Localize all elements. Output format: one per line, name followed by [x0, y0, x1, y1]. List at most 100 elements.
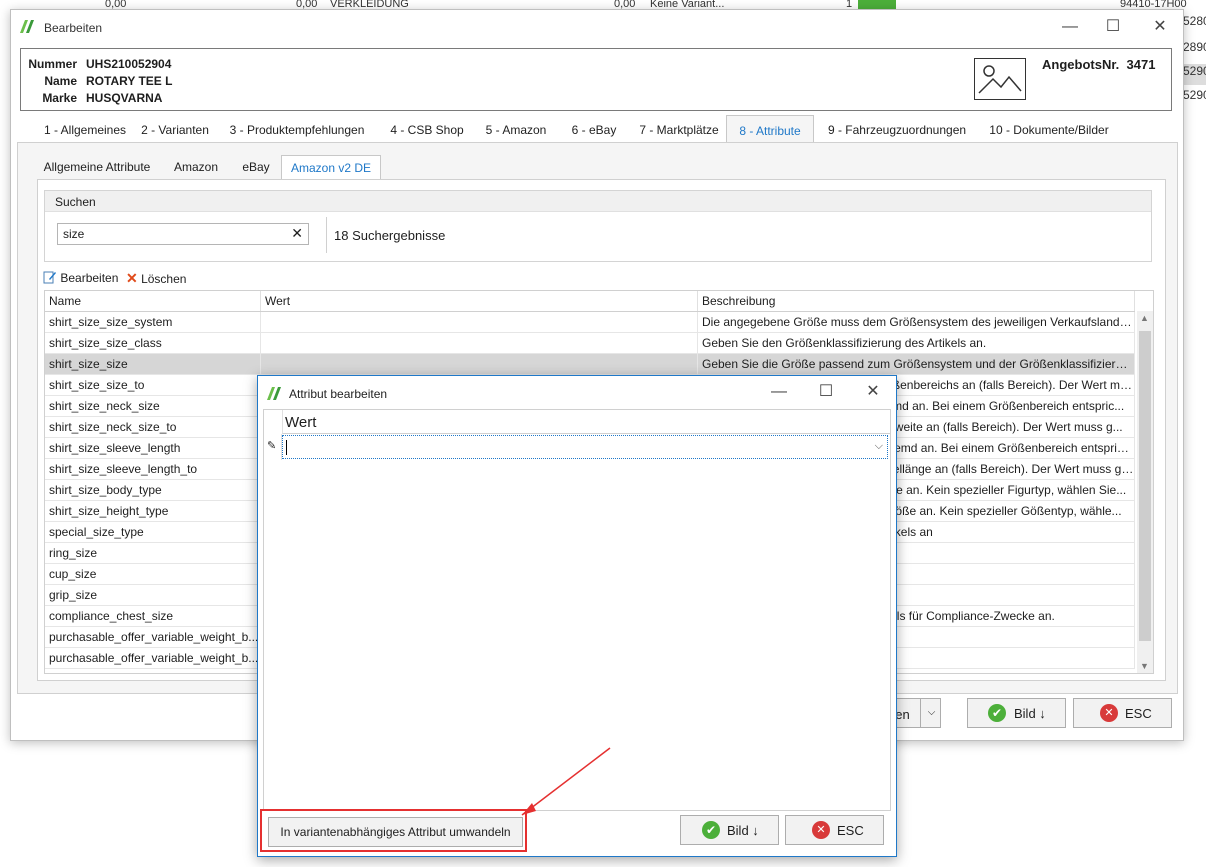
pencil-icon: ✎ — [267, 440, 277, 452]
delete-icon: ✕ — [126, 270, 138, 286]
bg-cell: 0,00 — [614, 0, 636, 9]
grid-scrollbar[interactable]: ▲ ▼ — [1137, 311, 1153, 673]
attribute-name-cell: special_size_type — [45, 522, 261, 542]
cancel-icon: ✕ — [812, 821, 830, 839]
tab-amazon[interactable]: 5 - Amazon — [480, 120, 552, 142]
dialog-esc-button[interactable]: ✕ ESC — [785, 815, 884, 845]
bg-cell: 2890 — [1183, 40, 1206, 54]
title-bar[interactable]: Bearbeiten — ☐ ✕ — [11, 10, 1183, 44]
ok-icon: ✔ — [702, 821, 720, 839]
tab-attribute[interactable]: 8 - Attribute — [726, 115, 814, 143]
edit-button[interactable]: Bearbeiten — [43, 270, 118, 285]
attribute-name-cell: compliance_chest_size — [45, 606, 261, 626]
name-label: Name — [44, 74, 77, 88]
attribute-description-cell: Die angegebene Größe muss dem Größensyst… — [698, 312, 1135, 332]
delete-label: Löschen — [141, 272, 187, 286]
dialog-close-button[interactable]: ✕ — [862, 381, 884, 403]
ok-icon: ✔ — [988, 704, 1006, 722]
subtab-ebay[interactable]: eBay — [234, 155, 278, 179]
dialog-minimize-button[interactable]: — — [768, 381, 790, 403]
column-header-value[interactable]: Wert — [261, 291, 698, 311]
value-combobox[interactable]: ⌵ — [282, 435, 888, 459]
attribute-name-cell: shirt_size_height_type — [45, 501, 261, 521]
attribute-value-cell — [261, 354, 698, 374]
cancel-icon: ✕ — [1100, 704, 1118, 722]
attribute-value-cell — [261, 333, 698, 353]
image-button[interactable]: ✔ Bild ↓ — [967, 698, 1066, 728]
name-value: ROTARY TEE L — [86, 74, 173, 88]
bg-cell: 0,00 — [296, 0, 318, 9]
attribute-name-cell: purchasable_offer_variable_weight_b... — [45, 627, 261, 647]
esc-button[interactable]: ✕ ESC — [1073, 698, 1172, 728]
attribute-name-cell: shirt_size_size_to — [45, 375, 261, 395]
offer-label: AngebotsNr. — [1042, 57, 1120, 72]
bg-cell: 1 — [846, 0, 853, 9]
tab-varianten[interactable]: 2 - Varianten — [135, 120, 215, 142]
tab-produktempfehlungen[interactable]: 3 - Produktempfehlungen — [222, 120, 372, 142]
subtab-amazon[interactable]: Amazon — [168, 155, 224, 179]
chevron-down-icon[interactable]: ⌵ — [920, 699, 942, 727]
maximize-button[interactable]: ☐ — [1102, 16, 1124, 38]
table-row[interactable]: shirt_size_size_system Die angegebene Grö… — [45, 312, 1135, 333]
number-label: Nummer — [28, 57, 77, 71]
app-logo-icon — [267, 387, 281, 400]
text-caret — [286, 440, 287, 455]
subtab-allgemeine-attribute[interactable]: Allgemeine Attribute — [34, 155, 160, 179]
tab-ebay[interactable]: 6 - eBay — [566, 120, 622, 142]
bg-cell: 5290 — [1183, 88, 1206, 102]
brand-value: HUSQVARNA — [86, 91, 163, 105]
tab-dokumente-bilder[interactable]: 10 - Dokumente/Bilder — [984, 120, 1114, 142]
app-logo-icon — [19, 18, 35, 34]
scroll-up-icon[interactable]: ▲ — [1140, 313, 1149, 323]
image-placeholder-icon[interactable] — [974, 58, 1026, 100]
attribute-name-cell: shirt_size_neck_size_to — [45, 417, 261, 437]
attribute-name-cell: ring_size — [45, 543, 261, 563]
tab-allgemeines[interactable]: 1 - Allgemeines — [27, 120, 143, 142]
offer-value: 3471 — [1126, 57, 1156, 72]
value-grid: Wert ✎ ⌵ — [263, 409, 891, 811]
attribute-name-cell: shirt_size_sleeve_length — [45, 438, 261, 458]
attribute-name-cell: shirt_size_sleeve_length_to — [45, 459, 261, 479]
tab-csb-shop[interactable]: 4 - CSB Shop — [387, 120, 467, 142]
column-header-description[interactable]: Beschreibung — [698, 291, 1135, 311]
dialog-maximize-button[interactable]: ☐ — [815, 381, 837, 403]
row-header: ✎ — [264, 434, 282, 460]
search-group: Suchen size ✕ 18 Suchergebnisse — [44, 190, 1152, 262]
convert-to-variant-attribute-button[interactable]: In variantenabhängiges Attribut umwandel… — [268, 817, 523, 847]
value-column-header: Wert — [282, 410, 890, 434]
image-button-label: Bild ↓ — [1014, 706, 1046, 721]
delete-button[interactable]: ✕ Löschen — [126, 270, 186, 287]
column-header-name[interactable]: Name — [45, 291, 261, 311]
search-header: Suchen — [45, 191, 1151, 212]
minimize-button[interactable]: — — [1059, 16, 1081, 38]
esc-button-label: ESC — [1125, 706, 1152, 721]
scroll-down-icon[interactable]: ▼ — [1140, 661, 1149, 671]
article-header: Nummer UHS210052904 Name ROTARY TEE L Ma… — [20, 48, 1172, 111]
offer-number: AngebotsNr. 3471 — [1042, 57, 1155, 72]
attribute-name-cell: shirt_size_size_system — [45, 312, 261, 332]
edit-attribute-dialog: Attribut bearbeiten — ☐ ✕ Wert ✎ ⌵ In va… — [257, 375, 897, 857]
table-row[interactable]: shirt_size_size_class Geben Sie den Größe… — [45, 333, 1135, 354]
tab-marktplaetze[interactable]: 7 - Marktplätze — [631, 120, 727, 142]
clear-search-icon[interactable]: ✕ — [291, 225, 303, 242]
scroll-thumb[interactable] — [1139, 331, 1151, 641]
tab-fahrzeugzuordnungen[interactable]: 9 - Fahrzeugzuordnungen — [824, 120, 970, 142]
bg-cell: 94410-17H00 — [1120, 0, 1187, 9]
brand-label: Marke — [42, 91, 77, 105]
table-row[interactable]: shirt_size_size Geben Sie die Größe passe… — [45, 354, 1135, 375]
window-title: Bearbeiten — [44, 21, 103, 35]
search-input[interactable]: size ✕ — [57, 223, 309, 245]
search-title: Suchen — [55, 195, 96, 209]
background-grid: 0,00 0,00 VERKLEIDUNG 0,00 Keine Variant… — [0, 0, 1206, 9]
attribute-description-cell: Geben Sie den Größenklassifizierung des … — [698, 333, 1135, 353]
chevron-down-icon[interactable]: ⌵ — [875, 440, 883, 453]
attribute-name-cell: grip_size — [45, 585, 261, 605]
grid-header: Name Wert Beschreibung — [45, 291, 1135, 312]
subtab-amazon-v2-de[interactable]: Amazon v2 DE — [281, 155, 381, 181]
value-edit-row[interactable]: ✎ ⌵ — [264, 434, 890, 460]
attribute-name-cell: shirt_size_size_class — [45, 333, 261, 353]
attribute-name-cell: cup_size — [45, 564, 261, 584]
attribute-value-cell — [261, 312, 698, 332]
close-button[interactable]: ✕ — [1149, 16, 1171, 38]
dialog-image-button[interactable]: ✔ Bild ↓ — [680, 815, 779, 845]
